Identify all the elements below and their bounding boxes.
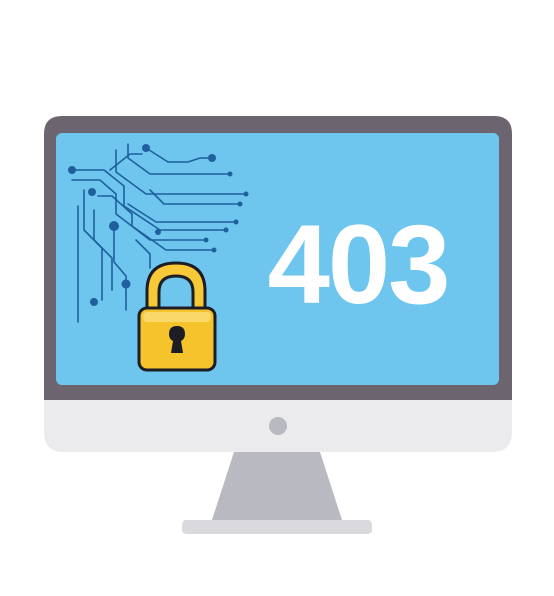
monitor-stand [212,452,342,520]
error-code-text: 403 [268,202,449,327]
power-dot-icon [269,417,287,435]
error-403-illustration: 403 [44,116,512,534]
monitor-stand-base [182,520,372,534]
